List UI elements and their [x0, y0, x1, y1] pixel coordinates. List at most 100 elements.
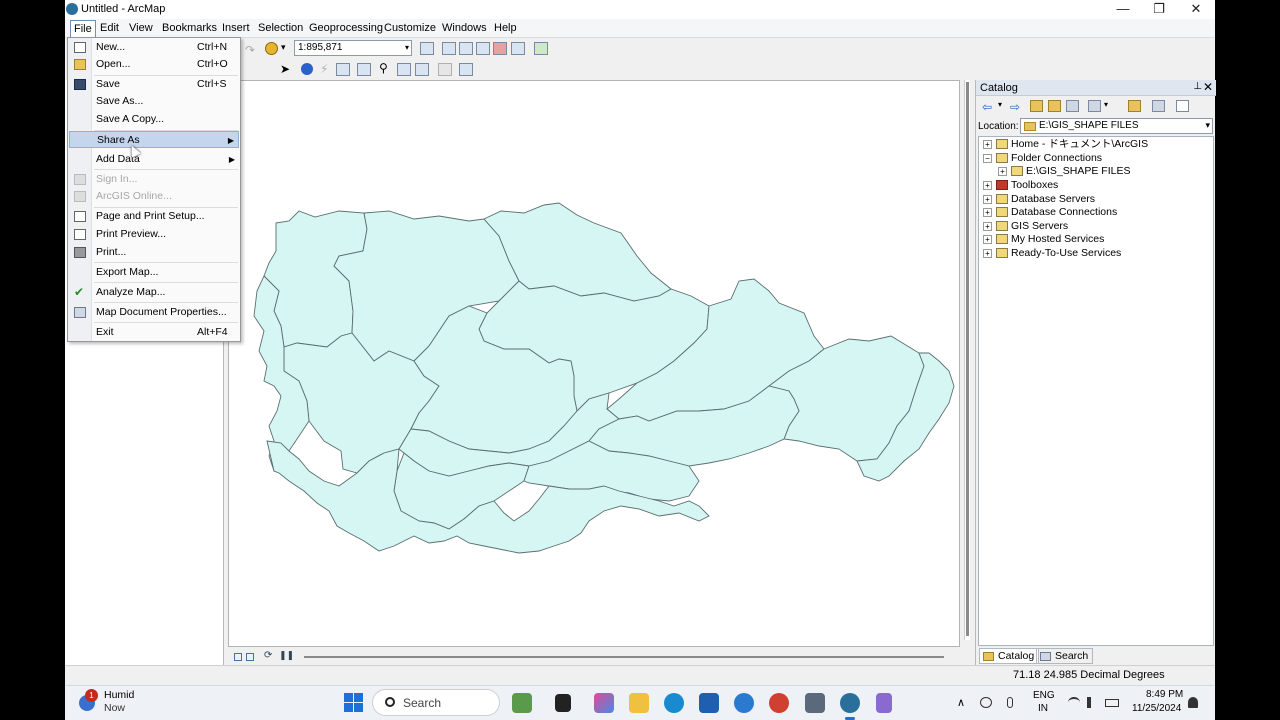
notification-bell-icon[interactable]: [1188, 697, 1198, 708]
connect-folder-icon[interactable]: [1066, 100, 1079, 112]
menu-item-save-as[interactable]: Save As...: [69, 93, 239, 110]
html-popup-icon[interactable]: [336, 63, 350, 76]
new-folder-icon[interactable]: [1128, 100, 1141, 112]
start-button[interactable]: [344, 693, 364, 713]
add-data-dropdown-icon[interactable]: ▾: [281, 42, 286, 53]
chevron-down-icon[interactable]: ▾: [1104, 100, 1117, 112]
weather-widget[interactable]: 1: [77, 689, 99, 711]
battery-icon[interactable]: [1105, 699, 1119, 707]
file-explorer-icon[interactable]: [629, 693, 649, 713]
clock-time[interactable]: 8:49 PM: [1146, 689, 1183, 700]
add-data-icon[interactable]: [265, 42, 278, 55]
arctoolbox-icon[interactable]: [493, 42, 507, 55]
expand-icon[interactable]: +: [983, 180, 992, 190]
map-horizontal-scrollbar[interactable]: [304, 656, 944, 658]
expand-icon[interactable]: +: [983, 207, 992, 217]
tree-item-toolboxes[interactable]: + Toolboxes: [983, 179, 1058, 192]
identify-icon[interactable]: [301, 63, 313, 75]
find-route-icon[interactable]: [397, 63, 411, 76]
menu-item-analyze-map[interactable]: ✔ Analyze Map...: [69, 284, 239, 301]
store-icon[interactable]: [699, 693, 719, 713]
back-arrow-icon[interactable]: ⇦: [982, 100, 995, 114]
data-view-button[interactable]: [234, 653, 242, 661]
speaker-icon[interactable]: [1087, 697, 1099, 708]
catalog-close-icon[interactable]: ✕: [1203, 80, 1213, 94]
wifi-icon[interactable]: [1068, 697, 1080, 708]
menu-help[interactable]: Help: [491, 21, 520, 36]
menu-item-page-and-print-setup[interactable]: Page and Print Setup...: [69, 208, 239, 225]
up-one-level-icon[interactable]: [1030, 100, 1043, 112]
refresh-icon[interactable]: ⟳: [264, 650, 272, 661]
redo-icon[interactable]: ↷: [245, 43, 255, 57]
hyperlink-icon[interactable]: ⚡: [320, 62, 328, 76]
chrome-icon[interactable]: [769, 693, 789, 713]
arcmap-taskbar-icon[interactable]: [840, 693, 860, 720]
pause-drawing-icon[interactable]: ❚❚: [279, 650, 294, 661]
menu-selection[interactable]: Selection: [255, 21, 306, 36]
menu-insert[interactable]: Insert: [219, 21, 253, 36]
menu-item-save[interactable]: Save Ctrl+S: [69, 76, 239, 93]
collapse-icon[interactable]: −: [983, 153, 992, 163]
map-vertical-scrollbar[interactable]: [964, 80, 970, 640]
copilot-icon[interactable]: [594, 693, 614, 713]
python-app-icon[interactable]: [734, 693, 754, 713]
tree-item-database-connections[interactable]: + Database Connections: [983, 206, 1117, 219]
tree-item-gis-shape-files[interactable]: + E:\GIS_SHAPE FILES: [998, 165, 1130, 178]
menu-customize[interactable]: Customize: [381, 21, 439, 36]
toggle-contents-icon[interactable]: [1152, 100, 1165, 112]
location-combobox[interactable]: E:\GIS_SHAPE FILES ▾: [1020, 118, 1213, 134]
scrollbar-thumb[interactable]: [966, 82, 969, 636]
expand-icon[interactable]: +: [983, 248, 992, 258]
close-button[interactable]: ✕: [1181, 1, 1211, 18]
terminal-icon[interactable]: [555, 694, 571, 712]
tree-item-ready-to-use-services[interactable]: + Ready-To-Use Services: [983, 247, 1121, 260]
expand-icon[interactable]: +: [998, 166, 1007, 176]
go-to-xy-icon[interactable]: [415, 63, 429, 76]
expand-icon[interactable]: +: [983, 139, 992, 149]
pin-icon[interactable]: ⊥: [1193, 81, 1202, 92]
widgets-tree-icon[interactable]: [512, 693, 532, 713]
minimize-button[interactable]: —: [1108, 1, 1138, 18]
find-binoculars-icon[interactable]: ⚲: [379, 61, 388, 75]
layout-view-button[interactable]: [246, 653, 254, 661]
taskbar-search[interactable]: Search: [372, 689, 500, 716]
forward-arrow-icon[interactable]: ⇨: [1010, 100, 1023, 114]
tree-item-database-servers[interactable]: + Database Servers: [983, 193, 1095, 206]
menu-item-new[interactable]: New... Ctrl+N: [69, 39, 239, 56]
menu-item-map-document-properties[interactable]: Map Document Properties...: [69, 304, 239, 321]
search-window-icon[interactable]: [476, 42, 490, 55]
menu-item-print-preview[interactable]: Print Preview...: [69, 226, 239, 243]
menu-item-share-as[interactable]: Share As ▶: [69, 131, 239, 148]
catalog-window-icon[interactable]: [459, 42, 473, 55]
map-view[interactable]: [228, 80, 960, 647]
menu-item-save-a-copy[interactable]: Save A Copy...: [69, 111, 239, 128]
select-elements-icon[interactable]: ➤: [280, 62, 290, 76]
menu-file[interactable]: File: [70, 20, 96, 38]
microphone-icon[interactable]: [1007, 697, 1013, 708]
create-viewer-window-icon[interactable]: [459, 63, 473, 76]
expand-icon[interactable]: +: [983, 221, 992, 231]
language-code[interactable]: ENG: [1033, 690, 1055, 701]
menu-view[interactable]: View: [126, 21, 156, 36]
python-window-icon[interactable]: [511, 42, 525, 55]
views-icon[interactable]: [1088, 100, 1101, 112]
map-scale-combobox[interactable]: 1:895,871 ▾: [294, 40, 412, 56]
tree-item-folder-connections[interactable]: − Folder Connections: [983, 152, 1102, 165]
menu-item-add-data[interactable]: Add Data ▶: [69, 151, 239, 168]
expand-icon[interactable]: +: [983, 234, 992, 244]
tray-overflow-chevron-icon[interactable]: ∧: [957, 696, 965, 709]
table-of-contents-icon[interactable]: [442, 42, 456, 55]
settings-gear-icon[interactable]: [805, 693, 825, 713]
clock-date[interactable]: 11/25/2024: [1132, 703, 1181, 714]
expand-icon[interactable]: +: [983, 194, 992, 204]
snipping-tool-icon[interactable]: [876, 693, 892, 713]
tree-item-home[interactable]: + Home - ドキュメント\ArcGIS: [983, 138, 1148, 151]
menu-item-export-map[interactable]: Export Map...: [69, 264, 239, 281]
menu-item-open[interactable]: Open... Ctrl+O: [69, 56, 239, 73]
model-builder-icon[interactable]: [534, 42, 548, 55]
time-slider-icon[interactable]: [438, 63, 452, 76]
menu-edit[interactable]: Edit: [97, 21, 122, 36]
editor-toolbar-icon[interactable]: [420, 42, 434, 55]
tab-search[interactable]: Search: [1036, 648, 1094, 664]
edge-browser-icon[interactable]: [664, 693, 684, 713]
